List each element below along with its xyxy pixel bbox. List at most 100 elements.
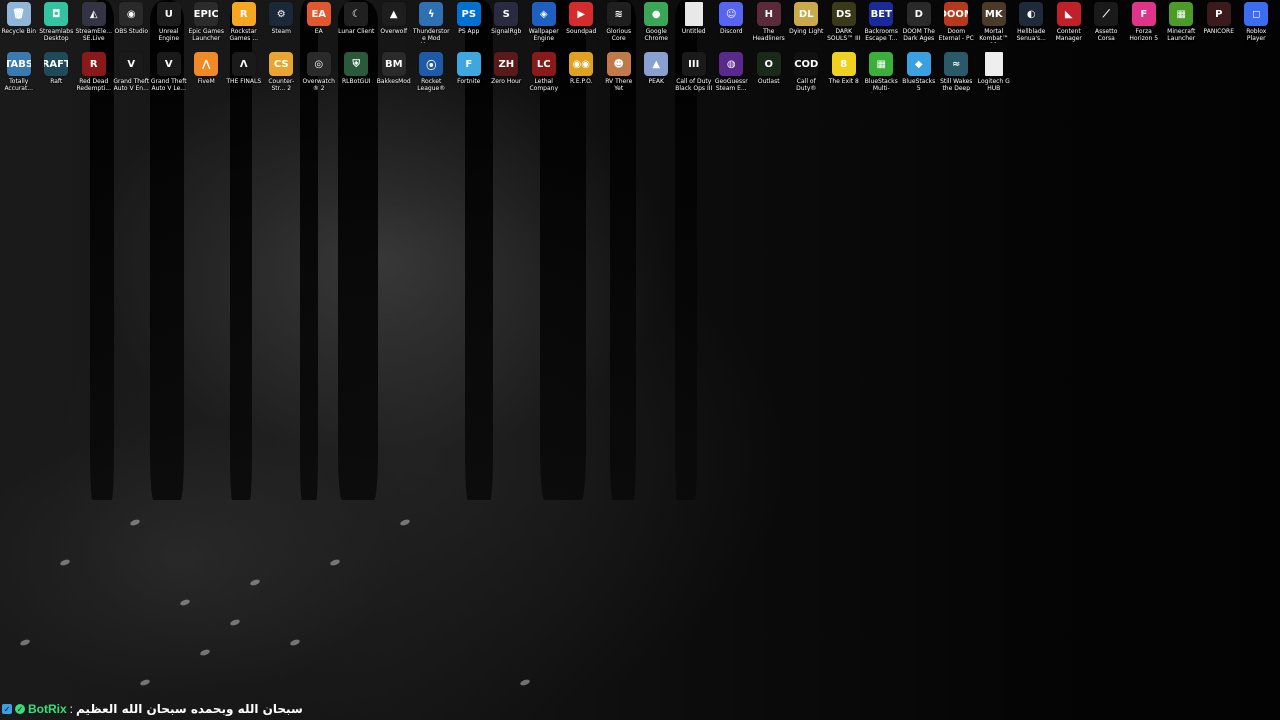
desktop-shortcut[interactable]: H The Headliners <box>750 2 788 50</box>
desktop-shortcut[interactable]: EPIC Epic Games Launcher <box>188 2 226 50</box>
desktop-shortcut[interactable]: ▲ PEAK <box>638 52 676 100</box>
recycle-bin-icon: 🗑 <box>6 2 31 26</box>
rockstar-icon: R <box>231 2 256 26</box>
desktop-shortcut[interactable]: ▦ Minecraft Launcher <box>1163 2 1201 50</box>
desktop-shortcut[interactable]: MK Mortal Kombat™ 11 <box>975 2 1013 50</box>
desktop-shortcut[interactable]: S SignalRgb <box>488 2 526 50</box>
desktop-shortcut[interactable]: ϟ Thunderstore Mod Mana... <box>413 2 451 50</box>
desktop-shortcut[interactable]: DL Dying Light <box>788 2 826 50</box>
desktop-shortcut-label: Grand Theft Auto V En... <box>113 78 150 92</box>
desktop-shortcut[interactable]: P PANICORE <box>1200 2 1238 50</box>
desktop-shortcut[interactable]: BET Backrooms Escape T... <box>863 2 901 50</box>
desktop-shortcut[interactable]: EA EA <box>300 2 338 50</box>
desktop-shortcut-label: Rocket League® <box>417 78 446 92</box>
desktop-shortcut[interactable]: CS Counter-Str... 2 <box>263 52 301 100</box>
desktop-shortcut-label: Overwolf <box>380 28 408 35</box>
desktop-shortcut[interactable]: O Outlast <box>750 52 788 100</box>
desktop-shortcut[interactable]: ◘ Streamlabs Desktop <box>38 2 76 50</box>
desktop-shortcut[interactable]: ◐ Hellblade Senua's... <box>1013 2 1051 50</box>
desktop-icon-grid: 🗑 Recycle Bin ◘ Streamlabs Desktop ◭ StreamEl… <box>0 0 1280 100</box>
desktop-shortcut[interactable]: ▶ Soundpad <box>563 2 601 50</box>
desktop-shortcut[interactable]: 8 The Exit 8 <box>825 52 863 100</box>
wallpaper-leaf <box>19 638 31 647</box>
desktop-shortcut[interactable]: ☻ RV There Yet <box>600 52 638 100</box>
overwolf-icon: ▲ <box>381 2 406 26</box>
desktop-shortcut-label: PS App <box>458 28 480 35</box>
desktop-shortcut[interactable]: ☾ Lunar Client <box>338 2 376 50</box>
dying-light-icon: DL <box>794 2 819 26</box>
desktop-shortcut[interactable]: Λ THE FINALS <box>225 52 263 100</box>
desktop-shortcut[interactable]: ◎ Overwatch® 2 <box>300 52 338 100</box>
wallpaper-leaf <box>139 678 151 687</box>
desktop-shortcut[interactable]: COD Call of Duty® <box>788 52 826 100</box>
desktop-shortcut-label: PEAK <box>648 78 664 85</box>
desktop-shortcut[interactable]: ⚙ Steam <box>263 2 301 50</box>
desktop-shortcut[interactable]: ▦ BlueStacks Multi-Insta... <box>863 52 901 100</box>
desktop-shortcut[interactable]: R Rockstar Games ... <box>225 2 263 50</box>
desktop-shortcut[interactable]: ≈ Still Wakes the Deep <box>938 52 976 100</box>
desktop-shortcut[interactable]: ◭ StreamEle... SE.Live <box>75 2 113 50</box>
desktop-shortcut-label: BlueStacks Multi-Insta... <box>864 78 898 93</box>
desktop-shortcut[interactable]: ⛨ RLBotGUI <box>338 52 376 100</box>
desktop-shortcut-label: Lethal Company <box>529 78 559 92</box>
desktop-shortcut[interactable]: Logitech G HUB <box>975 52 1013 100</box>
counter-strike-icon: CS <box>269 52 294 76</box>
desktop-shortcut[interactable]: F Forza Horizon 5 <box>1125 2 1163 50</box>
desktop-shortcut[interactable]: ◈ Wallpaper Engine <box>525 2 563 50</box>
desktop-shortcut-label: Hellblade Senua's... <box>1016 28 1046 42</box>
desktop-shortcut[interactable]: ◍ GeoGuessr Steam E... <box>713 52 751 100</box>
epic-games-icon: EPIC <box>194 2 219 26</box>
mortal-kombat-icon: MK <box>981 2 1006 26</box>
desktop-shortcut[interactable]: ◆ BlueStacks 5 <box>900 52 938 100</box>
desktop-shortcut-label: RLBotGUI <box>342 78 371 85</box>
desktop-shortcut[interactable]: V Grand Theft Auto V En... <box>113 52 151 100</box>
desktop-shortcut[interactable]: U Unreal Engine <box>150 2 188 50</box>
desktop-shortcut[interactable]: LC Lethal Company <box>525 52 563 100</box>
overwatch-icon: ◎ <box>306 52 331 76</box>
panicore-icon: P <box>1206 2 1231 26</box>
desktop-shortcut[interactable]: ◉ OBS Studio <box>113 2 151 50</box>
desktop-shortcut[interactable]: ● Google Chrome <box>638 2 676 50</box>
headliners-icon: H <box>756 2 781 26</box>
desktop-shortcut[interactable]: 🗑 Recycle Bin <box>0 2 38 50</box>
desktop-shortcut-label: PANICORE <box>1203 28 1234 35</box>
streamelements-icon: ◭ <box>81 2 106 26</box>
desktop-shortcut[interactable]: ☺ Discord <box>713 2 751 50</box>
desktop-shortcut[interactable]: III Call of Duty Black Ops III <box>675 52 713 100</box>
soundpad-icon: ▶ <box>569 2 594 26</box>
desktop-shortcut-label: Google Chrome <box>644 28 669 42</box>
desktop-shortcut[interactable]: TABS Totally Accurat... <box>0 52 38 100</box>
desktop-shortcut[interactable]: ◣ Content Manager <box>1050 2 1088 50</box>
desktop-shortcut-label: Forza Horizon 5 <box>1129 28 1159 42</box>
desktop-shortcut[interactable]: BM BakkesMod <box>375 52 413 100</box>
desktop-shortcut-label: The Headliners <box>752 28 785 42</box>
thunderstore-icon: ϟ <box>419 2 444 26</box>
glorious-core-icon: ≋ <box>606 2 631 26</box>
desktop-shortcut[interactable]: ⟋ Assetto Corsa <box>1088 2 1126 50</box>
desktop-shortcut[interactable]: ◻ Roblox Player <box>1238 2 1276 50</box>
desktop-shortcut[interactable]: ⋀ FiveM <box>188 52 226 100</box>
desktop-shortcut[interactable]: PS PS App <box>450 2 488 50</box>
desktop-shortcut-label: Roblox Player <box>1246 28 1267 42</box>
desktop-shortcut[interactable]: ⦿ Rocket League® <box>413 52 451 100</box>
rv-there-yet-icon: ☻ <box>606 52 631 76</box>
desktop-shortcut-label: Still Wakes the Deep <box>940 78 973 92</box>
desktop-shortcut[interactable]: Untitled <box>675 2 713 50</box>
forza-icon: F <box>1131 2 1156 26</box>
desktop-shortcut[interactable]: R Red Dead Redempti... <box>75 52 113 100</box>
desktop-shortcut[interactable]: V Grand Theft Auto V Le... <box>150 52 188 100</box>
still-wakes-icon: ≈ <box>944 52 969 76</box>
desktop-shortcut[interactable]: F Fortnite <box>450 52 488 100</box>
desktop-shortcut[interactable]: ◉◉ R.E.P.O. <box>563 52 601 100</box>
desktop-shortcut[interactable]: D DOOM The Dark Ages <box>900 2 938 50</box>
desktop-shortcut[interactable]: ▲ Overwolf <box>375 2 413 50</box>
desktop-shortcut[interactable]: DS DARK SOULS™ III <box>825 2 863 50</box>
desktop-shortcut[interactable]: DOOM Doom Eternal - PC <box>938 2 976 50</box>
desktop-shortcut[interactable]: ≋ Glorious Core <box>600 2 638 50</box>
desktop-shortcut[interactable]: ZH Zero Hour <box>488 52 526 100</box>
doom-eternal-icon: DOOM <box>944 2 969 26</box>
chat-username: BotRix <box>28 702 67 716</box>
desktop-shortcut[interactable]: RAFT Raft <box>38 52 76 100</box>
desktop-shortcut-label: Thunderstore Mod Mana... <box>412 28 450 43</box>
desktop-shortcut-label: Glorious Core <box>606 28 632 42</box>
